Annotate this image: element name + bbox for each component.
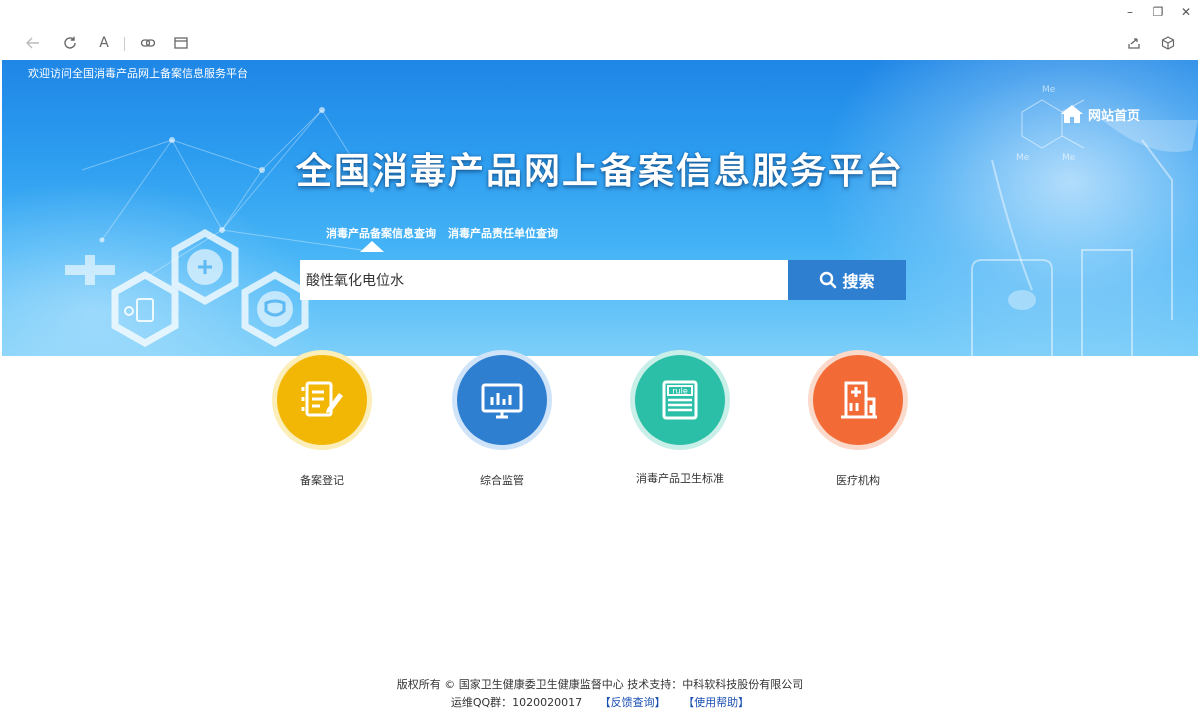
tab-responsible-unit-query-label: 消毒产品责任单位查询 bbox=[448, 227, 558, 240]
category-medical-institution-label: 医疗机构 bbox=[836, 474, 880, 487]
tab-responsible-unit-query[interactable]: 消毒产品责任单位查询 bbox=[448, 225, 558, 241]
active-tab-caret bbox=[360, 241, 384, 252]
category-hygiene-standard-ring: rule bbox=[630, 350, 730, 450]
reader-mode-icon[interactable] bbox=[170, 32, 192, 54]
minimize-button[interactable]: – bbox=[1116, 0, 1144, 24]
footer-contact-line: 运维QQ群：1020020017 【反馈查询】 【使用帮助】 bbox=[0, 694, 1200, 712]
toolbar-separator bbox=[124, 37, 125, 51]
rule-document-icon: rule bbox=[635, 355, 725, 445]
home-icon bbox=[1060, 104, 1084, 124]
tab-product-record-query-label: 消毒产品备案信息查询 bbox=[326, 227, 436, 240]
category-medical-institution[interactable]: 医疗机构 bbox=[798, 350, 918, 488]
category-hygiene-standard[interactable]: rule 消毒产品卫生标准 bbox=[620, 350, 740, 486]
category-supervision-ring bbox=[452, 350, 552, 450]
hospital-building-icon bbox=[813, 355, 903, 445]
feedback-link[interactable]: 【反馈查询】 bbox=[600, 696, 666, 709]
site-home-label: 网站首页 bbox=[1087, 108, 1140, 124]
category-registration[interactable]: 备案登记 bbox=[262, 350, 382, 488]
copyright-text: 版权所有 © 国家卫生健康委卫生健康监督中心 技术支持：中科软科技股份有限公司 bbox=[396, 678, 804, 691]
monitor-chart-icon bbox=[457, 355, 547, 445]
window-controls: – ❐ ✕ bbox=[1116, 0, 1200, 24]
browser-toolbar: A bbox=[0, 24, 1200, 60]
close-button[interactable]: ✕ bbox=[1172, 0, 1200, 24]
svg-text:Me: Me bbox=[1042, 85, 1056, 95]
help-link[interactable]: 【使用帮助】 bbox=[683, 696, 749, 709]
category-supervision[interactable]: 综合监管 bbox=[442, 350, 562, 488]
category-hygiene-standard-label: 消毒产品卫生标准 bbox=[636, 472, 724, 485]
category-medical-institution-ring bbox=[808, 350, 908, 450]
registration-edit-icon bbox=[277, 355, 367, 445]
welcome-text: 欢迎访问全国消毒产品网上备案信息服务平台 bbox=[28, 67, 248, 80]
share-icon[interactable] bbox=[1123, 32, 1145, 54]
hero-banner: Me Me Me 欢迎访问全国消毒产品网上备案信息服务平台 网站首页 全国消毒产… bbox=[2, 60, 1198, 356]
extension-cube-icon[interactable] bbox=[1157, 32, 1179, 54]
page-footer: 版权所有 © 国家卫生健康委卫生健康监督中心 技术支持：中科软科技股份有限公司 … bbox=[0, 676, 1200, 712]
tab-product-record-query[interactable]: 消毒产品备案信息查询 bbox=[326, 225, 436, 252]
link-icon[interactable] bbox=[137, 32, 159, 54]
rule-icon-text: rule bbox=[672, 387, 688, 396]
search-button-label: 搜索 bbox=[842, 272, 875, 291]
search-input[interactable] bbox=[300, 260, 788, 300]
restore-button[interactable]: ❐ bbox=[1144, 0, 1172, 24]
search-button[interactable]: 搜索 bbox=[788, 260, 906, 300]
search-tabs: 消毒产品备案信息查询 消毒产品责任单位查询 bbox=[326, 225, 558, 252]
font-icon[interactable]: A bbox=[93, 32, 115, 54]
site-home-link[interactable]: 网站首页 bbox=[1060, 104, 1140, 124]
back-arrow-icon[interactable] bbox=[22, 32, 44, 54]
refresh-icon[interactable] bbox=[59, 32, 81, 54]
search-icon bbox=[819, 271, 837, 289]
window-titlebar: – ❐ ✕ bbox=[0, 0, 1200, 24]
category-supervision-label: 综合监管 bbox=[480, 474, 524, 487]
category-registration-ring bbox=[272, 350, 372, 450]
hexagon-icons-decoration bbox=[65, 228, 309, 348]
page-title: 全国消毒产品网上备案信息服务平台 bbox=[295, 151, 904, 192]
qq-group-text: 运维QQ群：1020020017 bbox=[450, 696, 583, 709]
category-registration-label: 备案登记 bbox=[300, 474, 344, 487]
